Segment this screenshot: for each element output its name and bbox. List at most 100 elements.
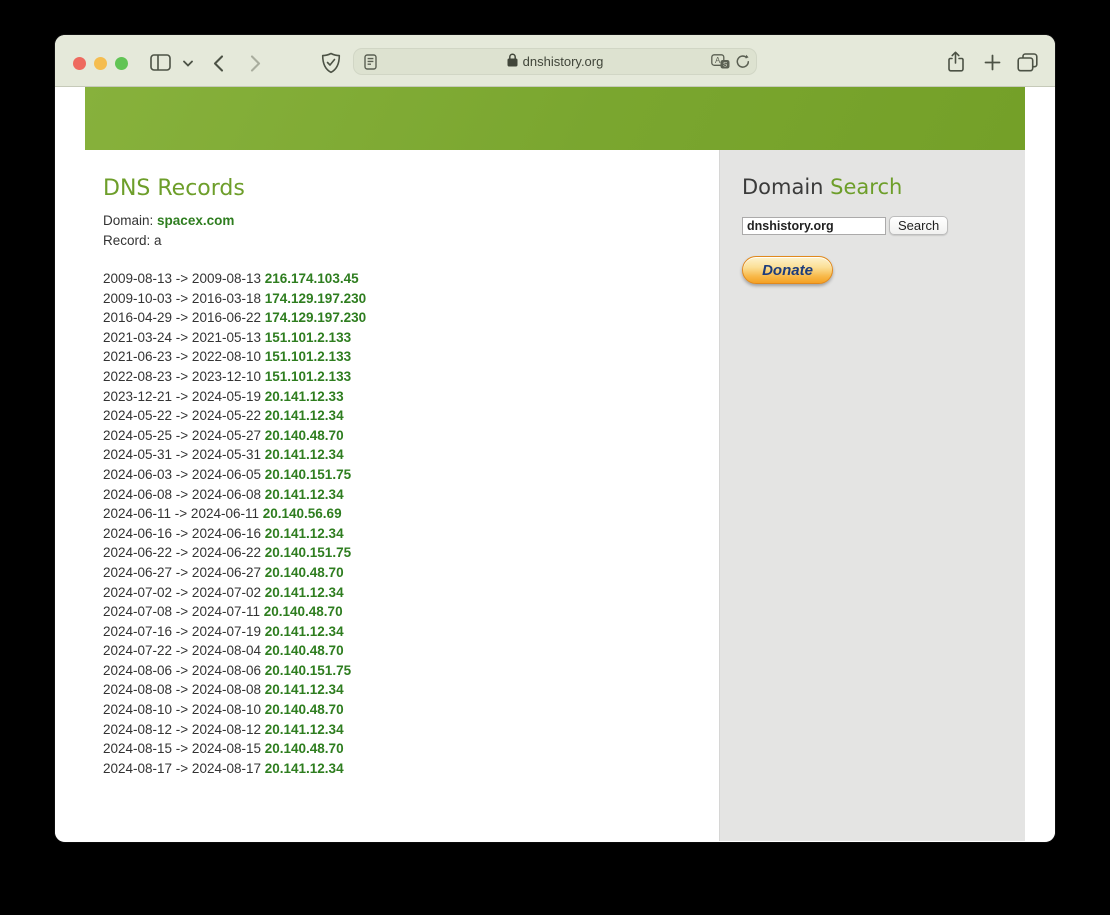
ip-address-link[interactable]: 20.141.12.34 <box>265 682 344 697</box>
browser-toolbar: dnshistory.org A S <box>55 35 1055 87</box>
record-date-range: 2024-06-11 -> 2024-06-11 <box>103 506 263 522</box>
domain-label: Domain: <box>103 213 154 228</box>
plus-icon[interactable] <box>984 54 1001 71</box>
dns-records-list: 2009-08-13 -> 2009-08-13 216.174.103.45 2… <box>103 269 719 778</box>
record-date-range: 2024-08-10 -> 2024-08-10 <box>103 702 265 718</box>
reader-icon[interactable] <box>364 54 377 75</box>
record-date-range: 2024-06-27 -> 2024-06-27 <box>103 564 265 580</box>
privacy-shield-icon[interactable] <box>321 52 341 74</box>
record-date-range: 2024-06-22 -> 2024-06-22 <box>103 545 265 561</box>
ip-address-link[interactable]: 20.140.48.70 <box>265 565 344 580</box>
ip-address-link[interactable]: 20.141.12.34 <box>265 487 344 502</box>
sidebar: Domain Search Search Donate <box>719 150 1025 841</box>
record-date-range: 2009-10-03 -> 2016-03-18 <box>103 290 265 306</box>
dns-record-row: 2024-08-10 -> 2024-08-10 20.140.48.70 <box>103 700 719 720</box>
dns-record-row: 2021-03-24 -> 2021-05-13 151.101.2.133 <box>103 328 719 348</box>
record-date-range: 2016-04-29 -> 2016-06-22 <box>103 310 265 326</box>
record-date-range: 2024-08-08 -> 2024-08-08 <box>103 682 265 698</box>
record-date-range: 2024-06-03 -> 2024-06-05 <box>103 466 265 482</box>
dns-record-row: 2009-08-13 -> 2009-08-13 216.174.103.45 <box>103 269 719 289</box>
record-date-range: 2024-08-17 -> 2024-08-17 <box>103 760 265 776</box>
record-date-range: 2024-06-08 -> 2024-06-08 <box>103 486 265 502</box>
forward-arrow-icon[interactable] <box>250 55 261 72</box>
record-date-range: 2023-12-21 -> 2024-05-19 <box>103 388 265 404</box>
dns-record-row: 2024-07-08 -> 2024-07-11 20.140.48.70 <box>103 602 719 622</box>
record-date-range: 2024-08-06 -> 2024-08-06 <box>103 662 265 678</box>
ip-address-link[interactable]: 20.140.151.75 <box>265 545 351 560</box>
ip-address-link[interactable]: 20.140.151.75 <box>265 663 351 678</box>
ip-address-link[interactable]: 151.101.2.133 <box>265 330 351 345</box>
record-date-range: 2024-07-02 -> 2024-07-02 <box>103 584 265 600</box>
domain-search-input[interactable] <box>742 216 886 235</box>
ip-address-link[interactable]: 20.141.12.33 <box>265 389 344 404</box>
record-date-range: 2024-07-16 -> 2024-07-19 <box>103 623 265 639</box>
tabs-overview-icon[interactable] <box>1017 53 1038 72</box>
ip-address-link[interactable]: 151.101.2.133 <box>265 349 351 364</box>
dns-record-row: 2024-07-16 -> 2024-07-19 20.141.12.34 <box>103 622 719 642</box>
chevron-down-icon[interactable] <box>183 60 193 67</box>
ip-address-link[interactable]: 20.141.12.34 <box>265 624 344 639</box>
share-icon[interactable] <box>948 51 965 72</box>
record-date-range: 2024-08-15 -> 2024-08-15 <box>103 741 265 757</box>
ip-address-link[interactable]: 20.140.48.70 <box>265 702 344 717</box>
domain-line: Domain: spacex.com <box>103 211 719 231</box>
ip-address-link[interactable]: 20.140.48.70 <box>265 428 344 443</box>
ip-address-link[interactable]: 216.174.103.45 <box>265 271 359 286</box>
ip-address-link[interactable]: 20.141.12.34 <box>265 761 344 776</box>
close-window-button[interactable] <box>72 56 86 70</box>
record-date-range: 2021-03-24 -> 2021-05-13 <box>103 329 265 345</box>
address-bar[interactable]: dnshistory.org A S <box>353 48 757 75</box>
dns-record-row: 2024-08-08 -> 2024-08-08 20.141.12.34 <box>103 680 719 700</box>
ip-address-link[interactable]: 174.129.197.230 <box>265 291 366 306</box>
record-date-range: 2024-05-22 -> 2024-05-22 <box>103 408 265 424</box>
reload-icon[interactable] <box>736 54 750 74</box>
minimize-window-button[interactable] <box>93 56 107 70</box>
record-date-range: 2021-06-23 -> 2022-08-10 <box>103 349 265 365</box>
search-button[interactable]: Search <box>889 216 949 235</box>
page-title: DNS Records <box>103 176 245 201</box>
dns-record-row: 2024-08-17 -> 2024-08-17 20.141.12.34 <box>103 759 719 779</box>
dns-record-row: 2023-12-21 -> 2024-05-19 20.141.12.33 <box>103 387 719 407</box>
dns-record-row: 2024-08-12 -> 2024-08-12 20.141.12.34 <box>103 720 719 740</box>
sidebar-toggle-icon[interactable] <box>150 54 171 71</box>
dns-record-row: 2024-08-15 -> 2024-08-15 20.140.48.70 <box>103 739 719 759</box>
ip-address-link[interactable]: 20.140.48.70 <box>265 741 344 756</box>
back-arrow-icon[interactable] <box>213 55 224 72</box>
dns-record-row: 2024-05-31 -> 2024-05-31 20.141.12.34 <box>103 445 719 465</box>
domain-link[interactable]: spacex.com <box>157 213 234 228</box>
ip-address-link[interactable]: 20.141.12.34 <box>265 447 344 462</box>
record-date-range: 2024-05-31 -> 2024-05-31 <box>103 447 265 463</box>
dns-record-row: 2024-06-27 -> 2024-06-27 20.140.48.70 <box>103 563 719 583</box>
record-date-range: 2024-06-16 -> 2024-06-16 <box>103 525 265 541</box>
dns-record-row: 2024-05-22 -> 2024-05-22 20.141.12.34 <box>103 406 719 426</box>
ip-address-link[interactable]: 20.140.151.75 <box>265 467 351 482</box>
ip-address-link[interactable]: 20.141.12.34 <box>265 408 344 423</box>
ip-address-link[interactable]: 20.141.12.34 <box>265 585 344 600</box>
record-date-range: 2024-07-22 -> 2024-08-04 <box>103 643 265 659</box>
ip-address-link[interactable]: 20.140.48.70 <box>264 604 343 619</box>
sidebar-title-domain: Domain <box>742 175 831 199</box>
record-date-range: 2024-05-25 -> 2024-05-27 <box>103 427 265 443</box>
record-date-range: 2009-08-13 -> 2009-08-13 <box>103 271 265 286</box>
dns-record-row: 2024-06-22 -> 2024-06-22 20.140.151.75 <box>103 543 719 563</box>
ip-address-link[interactable]: 151.101.2.133 <box>265 369 351 384</box>
dns-record-row: 2024-05-25 -> 2024-05-27 20.140.48.70 <box>103 426 719 446</box>
lock-icon <box>507 53 518 70</box>
record-date-range: 2024-07-08 -> 2024-07-11 <box>103 604 264 620</box>
translate-icon[interactable]: A S <box>711 54 730 74</box>
ip-address-link[interactable]: 20.140.56.69 <box>263 506 342 521</box>
dns-record-row: 2024-08-06 -> 2024-08-06 20.140.151.75 <box>103 661 719 681</box>
donate-button[interactable]: Donate <box>742 256 833 284</box>
zoom-window-button[interactable] <box>114 56 128 70</box>
dns-record-row: 2024-06-08 -> 2024-06-08 20.141.12.34 <box>103 485 719 505</box>
record-date-range: 2024-08-12 -> 2024-08-12 <box>103 721 265 737</box>
dns-record-row: 2024-06-03 -> 2024-06-05 20.140.151.75 <box>103 465 719 485</box>
record-line: Record: a <box>103 231 719 251</box>
ip-address-link[interactable]: 20.141.12.34 <box>265 722 344 737</box>
url-text: dnshistory.org <box>522 54 604 69</box>
ip-address-link[interactable]: 174.129.197.230 <box>265 310 366 325</box>
ip-address-link[interactable]: 20.140.48.70 <box>265 643 344 658</box>
desktop-background: dnshistory.org A S DNS Records Domain: s… <box>0 0 1110 915</box>
ip-address-link[interactable]: 20.141.12.34 <box>265 526 344 541</box>
sidebar-title: Domain Search <box>742 175 1025 199</box>
